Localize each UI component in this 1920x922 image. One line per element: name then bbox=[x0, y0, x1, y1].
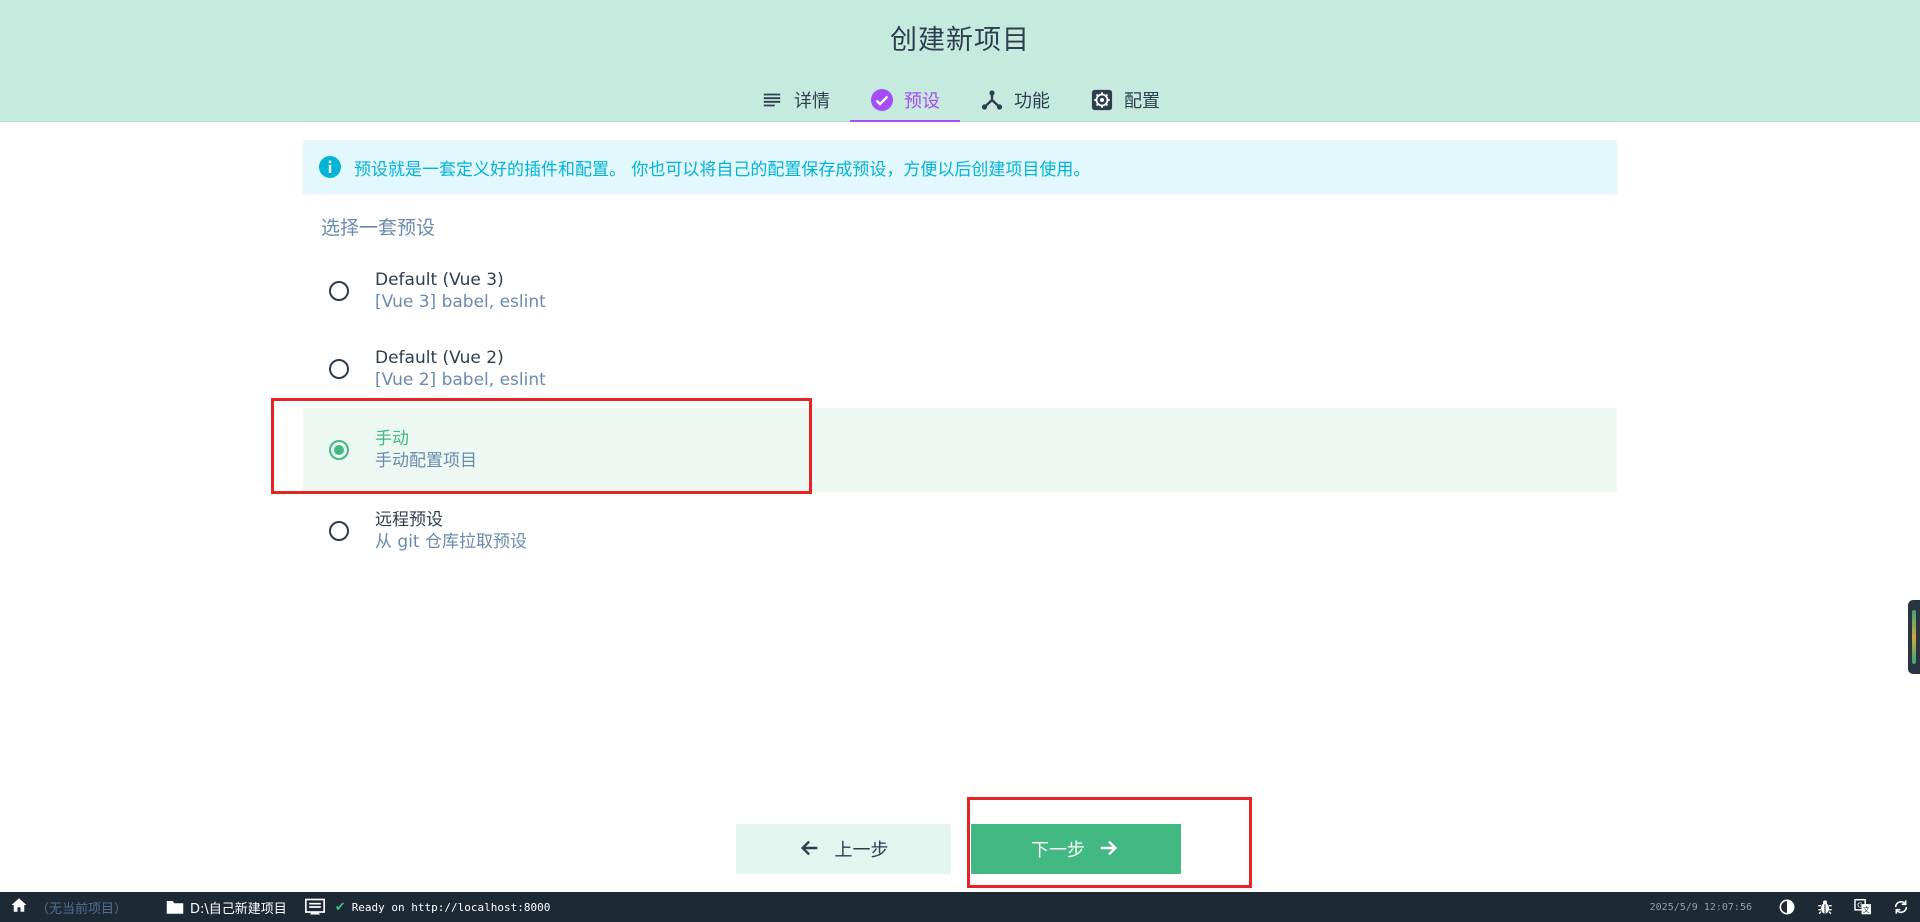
header: 创建新项目 详情 预设 功能 配置 bbox=[0, 0, 1920, 122]
main-content: 预设就是一套定义好的插件和配置。 你也可以将自己的配置保存成预设，方便以后创建项… bbox=[303, 140, 1617, 570]
log-text: Ready on http://localhost:8000 bbox=[351, 900, 551, 914]
tab-label: 配置 bbox=[1124, 91, 1160, 112]
preset-option-vue3[interactable]: Default (Vue 3) [Vue 3] babel, eslint bbox=[303, 252, 1617, 330]
fork-icon bbox=[980, 88, 1004, 112]
folder-icon bbox=[166, 899, 184, 915]
preset-description: [Vue 3] babel, eslint bbox=[375, 291, 546, 312]
info-text: 预设就是一套定义好的插件和配置。 你也可以将自己的配置保存成预设，方便以后创建项… bbox=[354, 159, 1091, 180]
tab-details[interactable]: 详情 bbox=[740, 78, 850, 122]
preset-description: 从 git 仓库拉取预设 bbox=[375, 531, 527, 552]
step-tabs: 详情 预设 功能 配置 bbox=[0, 78, 1920, 122]
tab-presets[interactable]: 预设 bbox=[850, 78, 960, 122]
preset-section-title: 选择一套预设 bbox=[321, 217, 436, 239]
preset-option-remote[interactable]: 远程预设 从 git 仓库拉取预设 bbox=[303, 492, 1617, 570]
home-button[interactable] bbox=[0, 892, 28, 922]
refresh-icon[interactable] bbox=[1882, 892, 1920, 922]
preset-text: 手动 手动配置项目 bbox=[375, 429, 477, 472]
preset-option-vue2[interactable]: Default (Vue 2) [Vue 2] babel, eslint bbox=[303, 330, 1617, 408]
preset-description: [Vue 2] babel, eslint bbox=[375, 369, 546, 390]
previous-button[interactable]: 上一步 bbox=[736, 824, 951, 874]
radio-button[interactable] bbox=[329, 281, 349, 301]
gear-icon bbox=[1090, 88, 1114, 112]
status-bar-right: 2025/5/9 12:07:56 G文 bbox=[1650, 892, 1920, 922]
datetime: 2025/5/9 12:07:56 bbox=[1649, 901, 1752, 913]
home-icon bbox=[10, 896, 28, 918]
translate-icon[interactable]: G文 bbox=[1844, 892, 1882, 922]
next-label: 下一步 bbox=[1031, 840, 1085, 861]
check-circle-icon bbox=[870, 88, 894, 112]
contrast-icon[interactable] bbox=[1768, 892, 1806, 922]
current-path[interactable]: D:\自己新建项目 bbox=[146, 892, 287, 922]
info-banner: 预设就是一套定义好的插件和配置。 你也可以将自己的配置保存成预设，方便以后创建项… bbox=[303, 140, 1617, 194]
radio-button[interactable] bbox=[329, 359, 349, 379]
radio-button[interactable] bbox=[329, 521, 349, 541]
side-scroll-widget[interactable] bbox=[1908, 600, 1920, 674]
check-icon: ✔ bbox=[334, 899, 346, 915]
preset-description: 手动配置项目 bbox=[375, 450, 477, 471]
page-title: 创建新项目 bbox=[890, 25, 1030, 56]
svg-text:文: 文 bbox=[1863, 905, 1870, 914]
current-project[interactable]: （无当前项目） bbox=[28, 892, 146, 922]
console-icon bbox=[304, 898, 325, 916]
preset-name: 手动 bbox=[375, 428, 409, 449]
arrow-right-icon bbox=[1097, 837, 1121, 861]
tab-label: 功能 bbox=[1014, 91, 1050, 112]
preset-option-manual[interactable]: 手动 手动配置项目 bbox=[303, 408, 1617, 492]
next-button[interactable]: 下一步 bbox=[971, 824, 1181, 874]
preset-name: Default (Vue 2) bbox=[375, 347, 504, 368]
bug-icon[interactable] bbox=[1806, 892, 1844, 922]
info-icon bbox=[318, 155, 342, 179]
tab-features[interactable]: 功能 bbox=[960, 78, 1070, 122]
tab-config[interactable]: 配置 bbox=[1070, 78, 1180, 122]
list-icon bbox=[760, 88, 784, 112]
side-widget-bar bbox=[1912, 610, 1916, 664]
preset-text: Default (Vue 2) [Vue 2] babel, eslint bbox=[375, 348, 546, 391]
preset-list: Default (Vue 3) [Vue 3] babel, eslint De… bbox=[303, 252, 1617, 570]
preset-name: Default (Vue 3) bbox=[375, 269, 504, 290]
path-text: D:\自己新建项目 bbox=[190, 901, 287, 917]
tab-label: 详情 bbox=[794, 91, 830, 112]
status-bar: （无当前项目） D:\自己新建项目 ✔ Ready on http://loca… bbox=[0, 892, 1920, 922]
footer-actions: 上一步 下一步 bbox=[736, 824, 1181, 874]
arrow-left-icon bbox=[799, 837, 823, 861]
radio-button-selected[interactable] bbox=[329, 440, 349, 460]
preset-name: 远程预设 bbox=[375, 509, 443, 530]
previous-label: 上一步 bbox=[834, 840, 889, 861]
preset-text: 远程预设 从 git 仓库拉取预设 bbox=[375, 510, 527, 553]
log-status[interactable]: ✔ Ready on http://localhost:8000 bbox=[287, 892, 551, 922]
preset-text: Default (Vue 3) [Vue 3] babel, eslint bbox=[375, 270, 546, 313]
tab-label: 预设 bbox=[904, 91, 940, 112]
